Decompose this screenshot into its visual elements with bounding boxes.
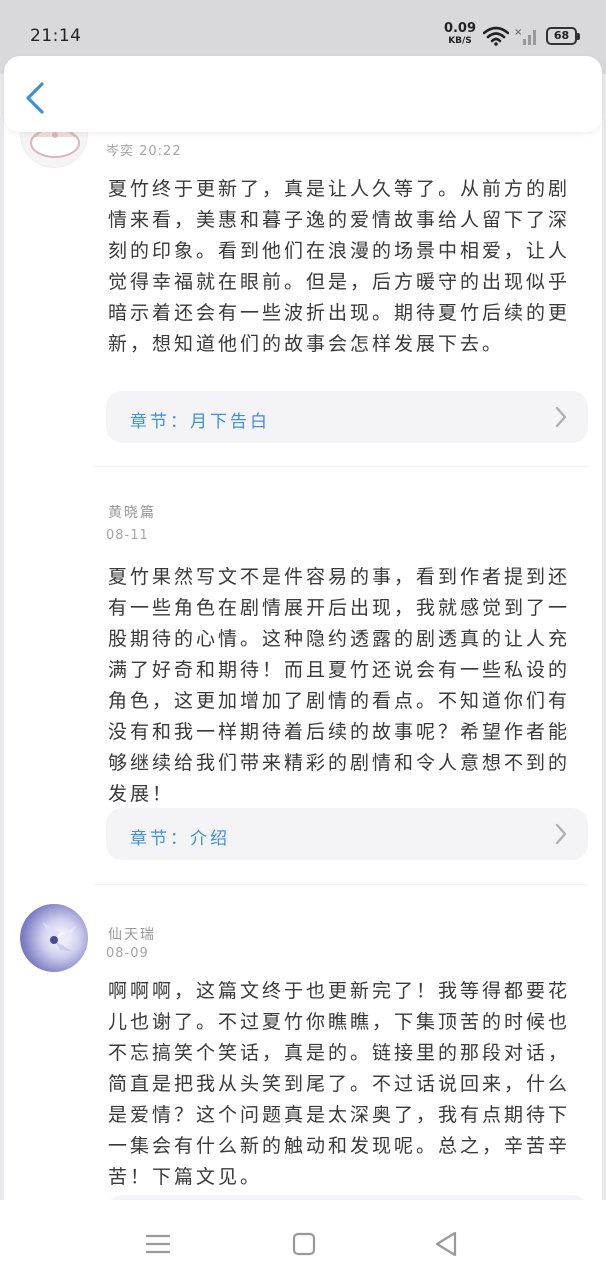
comment-author: 仙天瑞 [108,927,156,943]
comment-text: 啊啊啊，这篇文终于也更新完了！我等得都要花儿也谢了。不过夏竹你瞧瞧，下集顶苦的时… [108,980,571,1188]
divider [94,466,588,467]
status-time: 21:14 [30,26,82,46]
comment-date: 08-09 [106,946,149,961]
comment-date: 08-11 [106,528,149,543]
avatar-image [42,922,76,952]
home-icon [292,1232,316,1256]
menu-button[interactable] [143,1230,173,1258]
chapter-link[interactable]: 章节：月下告白 [106,391,588,443]
chapter-label: 章节：介绍 [130,829,230,849]
divider [94,884,588,885]
comment-list[interactable]: 岑奕 20:22 夏竹终于更新了，真是让人久等了。从前方的剧情来看，美惠和暮子逸… [4,120,602,1200]
chapter-label: 章节：月下告白 [130,412,270,432]
network-speed: 0.09 KB/S [443,21,477,47]
chevron-left-icon [26,82,44,114]
signal-icon: × [514,27,536,45]
comment-text: 夏竹终于更新了，真是让人久等了。从前方的剧情来看，美惠和暮子逸的爱情故事给人留下… [108,178,571,355]
comment-date: 岑奕 20:22 [106,144,182,159]
chapter-link[interactable]: 章节：介绍 [106,808,588,860]
network-speed-value: 0.09 [443,21,477,36]
avatar[interactable] [20,904,88,972]
chevron-right-icon [555,823,567,845]
svg-text:×: × [514,27,522,38]
wifi-icon [483,26,509,46]
chevron-right-icon [555,406,567,428]
back-button[interactable] [22,80,52,116]
back-nav-button[interactable] [431,1230,461,1258]
menu-icon [145,1234,171,1254]
home-button[interactable] [289,1230,319,1258]
app-bar [4,56,602,132]
back-triangle-icon [435,1231,457,1257]
comment-author: 黄晓篇 [108,505,156,521]
navigation-bar [0,1200,606,1280]
network-speed-unit: KB/S [448,36,472,46]
comment-text: 夏竹果然写文不是件容易的事，看到作者提到还有一些角色在剧情展开后出现，我就感觉到… [108,566,571,805]
battery-icon: 68 [546,27,580,45]
